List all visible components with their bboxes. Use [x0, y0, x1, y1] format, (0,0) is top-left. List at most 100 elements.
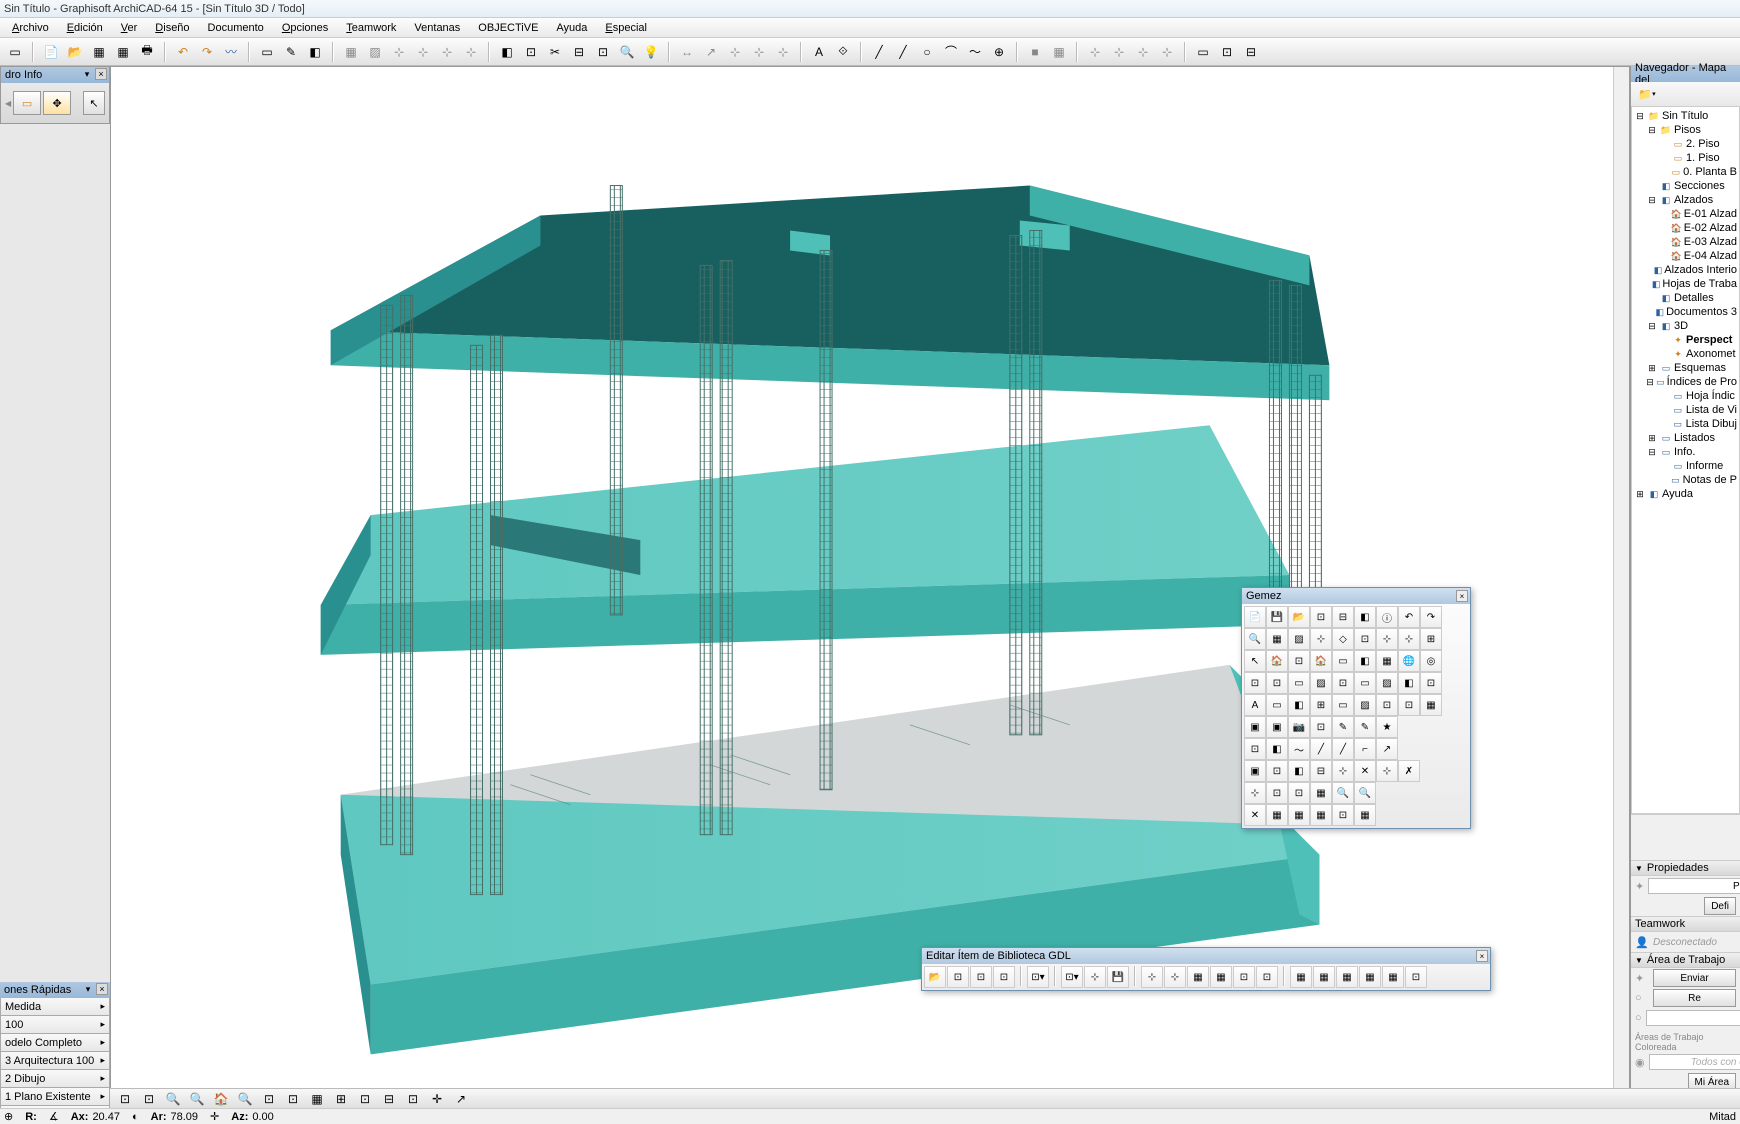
minimize-icon[interactable]: ▾ [81, 68, 93, 80]
quick-option-row[interactable]: Medida▸ [0, 998, 110, 1016]
tool-set-icon[interactable]: ⊡ [1216, 41, 1238, 63]
tree-item[interactable]: ⊟◧Alzados [1634, 193, 1737, 207]
tool-line2-icon[interactable]: ╱ [892, 41, 914, 63]
tree-item[interactable]: ▭Lista Dibuj [1634, 417, 1737, 431]
nav-tool-icon[interactable]: ↗ [450, 1088, 472, 1110]
info-panel-header[interactable]: dro Info ▾ × [1, 67, 109, 83]
tree-item[interactable]: 🏠E-03 Alzad [1634, 235, 1737, 249]
tree-item[interactable]: ◧Documentos 3 [1634, 305, 1737, 319]
gdl-tool-icon[interactable]: ⊡ [993, 966, 1015, 988]
quick-option-row[interactable]: 100▸ [0, 1016, 110, 1034]
palette-tool-icon[interactable]: ◧ [1266, 738, 1288, 760]
tool-move2-icon[interactable]: ⊹ [1108, 41, 1130, 63]
nav-tool-icon[interactable]: ⊟ [378, 1088, 400, 1110]
expand-icon[interactable] [1658, 334, 1670, 346]
tree-item[interactable]: ▭Lista de Vi [1634, 403, 1737, 417]
expand-icon[interactable] [1646, 264, 1652, 276]
define-button[interactable]: Defi [1704, 897, 1736, 915]
expand-icon[interactable] [1658, 418, 1670, 430]
menu-archivo[interactable]: Archivo [4, 20, 57, 36]
palette-tool-icon[interactable]: ⊞ [1420, 628, 1442, 650]
tree-item[interactable]: ▭Informe [1634, 459, 1737, 473]
menu-diseño[interactable]: Diseño [147, 20, 197, 36]
palette-tool-icon[interactable]: ⊡ [1376, 694, 1398, 716]
palette-tool-icon[interactable]: ★ [1376, 716, 1398, 738]
expand-icon[interactable] [1646, 292, 1658, 304]
palette-tool-icon[interactable]: ↶ [1398, 606, 1420, 628]
scrollbar-vertical[interactable] [1613, 67, 1629, 1107]
quick-option-row[interactable]: 1 Plano Existente▸ [0, 1088, 110, 1106]
palette-tool-icon[interactable]: ⊡ [1266, 760, 1288, 782]
palette-tool-icon[interactable]: 📷 [1288, 716, 1310, 738]
palette-tool-icon[interactable]: ▦ [1420, 694, 1442, 716]
tool-line-icon[interactable]: ╱ [868, 41, 890, 63]
close-icon[interactable]: × [96, 983, 108, 995]
palette-tool-icon[interactable]: ▣ [1266, 716, 1288, 738]
palette-tool-icon[interactable]: 💾 [1266, 606, 1288, 628]
palette-tool-icon[interactable]: ◧ [1288, 760, 1310, 782]
expand-icon[interactable]: ⊞ [1646, 432, 1658, 444]
close-icon[interactable]: × [95, 68, 107, 80]
palette-tool-icon[interactable]: ⊟ [1332, 606, 1354, 628]
tool-print-icon[interactable]: 🖶 [136, 41, 158, 63]
close-icon[interactable]: × [1456, 590, 1468, 602]
palette-tool-icon[interactable]: ⊡ [1310, 606, 1332, 628]
tool-label-icon[interactable]: ⟐ [832, 41, 854, 63]
tool-wave-icon[interactable]: 〰 [220, 41, 242, 63]
tool-bulb-icon[interactable]: 💡 [640, 41, 662, 63]
expand-icon[interactable] [1658, 250, 1669, 262]
color-select[interactable] [1649, 1054, 1740, 1070]
nav-tool-icon[interactable]: ⊡ [114, 1088, 136, 1110]
palette-tool-icon[interactable]: ▭ [1288, 672, 1310, 694]
gdl-tool-icon[interactable]: ⊡▾ [1027, 966, 1049, 988]
gdl-tool-icon[interactable]: ▦ [1187, 966, 1209, 988]
palette-tool-icon[interactable]: ▭ [1354, 672, 1376, 694]
nav-tool-icon[interactable]: ⊡ [402, 1088, 424, 1110]
palette-tool-icon[interactable]: ↷ [1420, 606, 1442, 628]
tool-layer-icon[interactable]: ◧ [304, 41, 326, 63]
palette-tool-icon[interactable]: ⊡ [1420, 672, 1442, 694]
expand-icon[interactable] [1658, 348, 1670, 360]
palette-tool-icon[interactable]: 📂 [1288, 606, 1310, 628]
gdl-tool-icon[interactable]: 📂 [924, 966, 946, 988]
expand-icon[interactable]: ⊞ [1646, 362, 1658, 374]
expand-icon[interactable]: ⊞ [1634, 488, 1646, 500]
tree-item[interactable]: ⊟📁Sin Título [1634, 109, 1737, 123]
menu-documento[interactable]: Documento [200, 20, 272, 36]
tool-erase-icon[interactable]: ◧ [496, 41, 518, 63]
palette-tool-icon[interactable]: 🏠 [1266, 650, 1288, 672]
palette-tool-icon[interactable]: ▦ [1310, 804, 1332, 826]
tool-offset-icon[interactable]: ⊡ [520, 41, 542, 63]
tool-dim2-icon[interactable]: ↗ [700, 41, 722, 63]
palette-tool-icon[interactable]: ⊹ [1244, 782, 1266, 804]
quick-option-row[interactable]: odelo Completo▸ [0, 1034, 110, 1052]
tree-item[interactable]: ◧Detalles [1634, 291, 1737, 305]
menu-ventanas[interactable]: Ventanas [406, 20, 468, 36]
expand-icon[interactable]: ⊟ [1646, 376, 1654, 388]
palette-tool-icon[interactable]: ▦ [1376, 650, 1398, 672]
tool-grid2-icon[interactable]: ▨ [364, 41, 386, 63]
nav-tool-icon[interactable]: 🔍 [234, 1088, 256, 1110]
expand-icon[interactable] [1658, 138, 1670, 150]
palette-tool-icon[interactable]: ⊡ [1288, 650, 1310, 672]
gdl-tool-icon[interactable]: ⊡ [1233, 966, 1255, 988]
info-select-mode[interactable]: ▭ [13, 91, 41, 115]
palette-tool-icon[interactable]: ▨ [1310, 672, 1332, 694]
tool-layers-icon[interactable]: ▭ [256, 41, 278, 63]
gdl-tool-icon[interactable]: ⊡ [970, 966, 992, 988]
tree-item[interactable]: 🏠E-01 Alzad [1634, 207, 1737, 221]
nav-tool-icon[interactable]: ⊞ [330, 1088, 352, 1110]
palette-tool-icon[interactable]: ⊹ [1332, 760, 1354, 782]
tree-item[interactable]: ✦Axonomet [1634, 347, 1737, 361]
palette-tool-icon[interactable]: ⊡ [1244, 672, 1266, 694]
palette-tool-icon[interactable]: ▣ [1244, 716, 1266, 738]
expand-icon[interactable] [1658, 404, 1670, 416]
palette-tool-icon[interactable]: ▦ [1266, 804, 1288, 826]
palette-tool-icon[interactable]: ⊡ [1332, 672, 1354, 694]
tool-move4-icon[interactable]: ⊹ [1156, 41, 1178, 63]
palette-tool-icon[interactable]: ◧ [1288, 694, 1310, 716]
minimize-icon[interactable]: ▾ [82, 983, 94, 995]
perspective-field[interactable] [1648, 878, 1740, 894]
tool-grid-icon[interactable]: ▦ [112, 41, 134, 63]
palette-tool-icon[interactable]: ╱ [1332, 738, 1354, 760]
